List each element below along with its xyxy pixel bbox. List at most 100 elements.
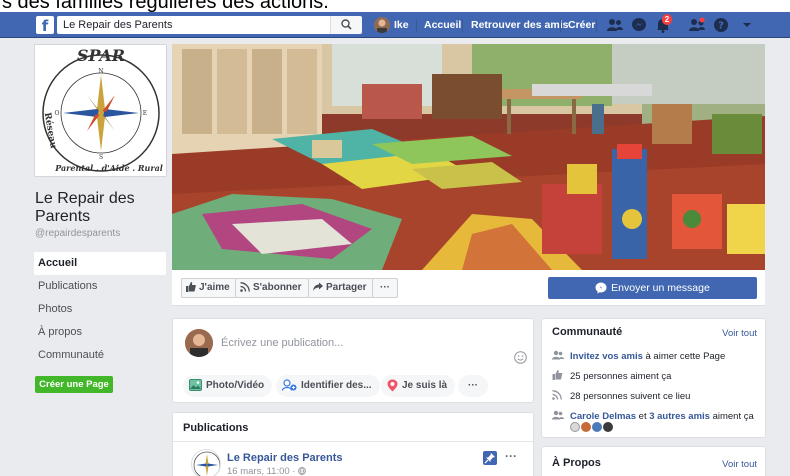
composer-user-avatar <box>185 329 213 357</box>
page-title: Le Repair des Parents <box>35 190 135 225</box>
rss-icon <box>552 390 564 403</box>
friend-avatar[interactable] <box>592 422 602 432</box>
logo-bottom-text: Parental . d'Aide . Rural <box>54 163 163 173</box>
create-page-button[interactable]: Créer une Page <box>35 376 113 393</box>
pinned-post-icon <box>483 451 497 465</box>
post-options-button[interactable]: ··· <box>505 449 517 463</box>
nav-home-link[interactable]: Accueil <box>424 19 461 31</box>
photo-video-chip[interactable]: Photo/Vidéo <box>183 375 273 397</box>
user-avatar[interactable] <box>374 17 390 33</box>
facebook-logo-icon[interactable]: f <box>36 16 54 35</box>
composer-more-chip[interactable]: ··· <box>458 375 488 397</box>
photo-video-label: Photo/Vidéo <box>206 380 265 391</box>
leftnav-item-publications[interactable]: Publications <box>34 275 166 298</box>
composer-input[interactable]: Écrivez une publication... <box>221 337 343 349</box>
share-label: Partager <box>326 282 367 293</box>
messenger-icon[interactable] <box>630 17 648 33</box>
leftnav-item-home[interactable]: Accueil <box>34 252 166 275</box>
post-timestamp[interactable]: 16 mars, 11:00 · <box>227 466 306 476</box>
friend-name-link[interactable]: Carole Delmas <box>570 411 636 422</box>
friend-avatar[interactable] <box>603 422 613 432</box>
people-icon <box>552 410 564 423</box>
page-handle[interactable]: @repairdesparents <box>35 228 120 239</box>
location-pin-icon <box>387 379 398 392</box>
send-message-label: Envoyer un message <box>611 282 710 294</box>
emoji-smiley-icon[interactable] <box>514 351 527 364</box>
about-see-all-link[interactable]: Voir tout <box>722 459 757 470</box>
more-actions-button[interactable]: ··· <box>372 278 398 298</box>
tag-people-label: Identifier des... <box>301 380 372 391</box>
cover-photo[interactable] <box>172 44 765 270</box>
account-menu-chevron-down-icon[interactable] <box>738 17 756 33</box>
search-button[interactable] <box>330 16 362 34</box>
tag-friends-icon <box>281 379 297 392</box>
post-author-avatar[interactable] <box>191 449 221 476</box>
thumbs-up-icon <box>186 282 196 293</box>
invite-friends-text: à aimer cette Page <box>642 351 726 363</box>
share-arrow-icon <box>313 282 323 292</box>
publications-section: Publications Le Repair des Parents 16 ma… <box>172 412 534 476</box>
nav-divider <box>596 19 597 32</box>
other-friends-link[interactable]: 3 autres amis <box>649 411 710 422</box>
spar-logo: N E S O SPAR Réseau Parental . d'Aide . … <box>35 45 166 176</box>
nav-create-link[interactable]: Créer <box>568 19 595 31</box>
about-title: À Propos <box>552 457 601 469</box>
nav-find-friends-link[interactable]: Retrouver des amis <box>471 19 568 31</box>
check-in-label: Je suis là <box>402 380 448 391</box>
search-value: Le Repair des Parents <box>63 19 173 31</box>
page-left-navigation: Accueil Publications Photos À propos Com… <box>34 252 166 367</box>
page-followers-text[interactable]: 28 personnes suivent ce lieu <box>570 391 690 402</box>
nav-divider <box>416 19 417 32</box>
community-title: Communauté <box>552 326 623 338</box>
messenger-icon <box>595 282 607 294</box>
nav-divider <box>560 19 561 32</box>
search-input[interactable]: Le Repair des Parents <box>57 16 357 34</box>
thumbs-up-icon <box>552 370 564 383</box>
globe-icon <box>298 467 306 475</box>
friends-like-text: aiment ça <box>709 411 754 423</box>
send-message-button[interactable]: Envoyer un message <box>548 277 757 299</box>
post-author-name[interactable]: Le Repair des Parents <box>227 452 343 464</box>
page-likes-text[interactable]: 25 personnes aiment ça <box>570 371 671 382</box>
friend-requests-icon[interactable] <box>606 17 624 33</box>
post-timestamp-text: 16 mars, 11:00 · <box>227 466 296 476</box>
people-icon <box>552 350 564 363</box>
rss-icon <box>240 282 250 293</box>
publications-title: Publications <box>183 422 249 434</box>
search-icon <box>341 19 352 30</box>
share-button[interactable]: Partager <box>308 278 374 298</box>
logo-west-letter: O <box>55 110 60 117</box>
tag-people-chip[interactable]: Identifier des... <box>276 375 380 397</box>
cover-photo-image <box>172 44 765 270</box>
leftnav-item-photos[interactable]: Photos <box>34 298 166 321</box>
page-likes-row: 25 personnes aiment ça <box>552 370 671 383</box>
check-in-chip[interactable]: Je suis là <box>381 375 456 397</box>
logo-north-letter: N <box>98 68 103 75</box>
about-card: À Propos Voir tout <box>541 446 766 476</box>
page-followers-row: 28 personnes suivent ce lieu <box>552 390 690 403</box>
page-notifications-icon[interactable] <box>688 17 706 33</box>
svg-text:?: ? <box>718 21 724 32</box>
leftnav-item-about[interactable]: À propos <box>34 321 166 344</box>
notification-badge: 2 <box>662 14 672 25</box>
logo-top-text: SPAR <box>77 46 125 65</box>
invite-friends-row: Invitez vos amis à aimer cette Page <box>552 350 725 363</box>
help-icon[interactable]: ? <box>712 17 730 33</box>
follow-button[interactable]: S'abonner <box>235 278 309 298</box>
logo-east-letter: E <box>143 110 147 117</box>
like-label: J'aime <box>199 282 230 293</box>
top-navigation-bar: f Le Repair des Parents Ike Accueil Retr… <box>0 12 790 38</box>
section-divider <box>173 441 533 442</box>
page-profile-picture[interactable]: N E S O SPAR Réseau Parental . d'Aide . … <box>34 44 167 177</box>
community-see-all-link[interactable]: Voir tout <box>722 328 757 339</box>
friends-like-joiner: et <box>636 411 650 423</box>
photo-icon <box>189 379 202 392</box>
leftnav-item-community[interactable]: Communauté <box>34 344 166 367</box>
invite-friends-link[interactable]: Invitez vos amis <box>570 351 643 362</box>
like-button[interactable]: J'aime <box>181 278 237 298</box>
user-name-link[interactable]: Ike <box>394 19 409 31</box>
friend-avatars[interactable] <box>570 422 614 435</box>
friend-avatar[interactable] <box>581 422 591 432</box>
friend-avatar[interactable] <box>570 422 580 432</box>
nav-divider <box>462 19 463 32</box>
